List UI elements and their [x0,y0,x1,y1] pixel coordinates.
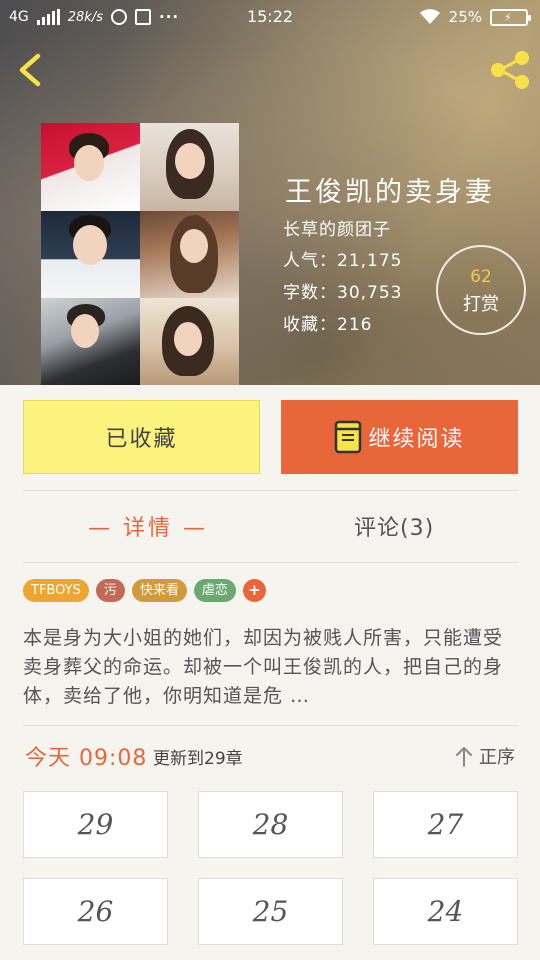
status-right: 25% ⚡ [419,8,531,26]
tag-tragic-romance[interactable]: 虐恋 [193,579,236,602]
tag-come-see[interactable]: 快来看 [131,579,187,602]
tab-comments[interactable]: 评论(3) [354,510,434,544]
book-title: 王俊凯的卖身妻 [285,177,495,208]
reward-label: 打赏 [463,294,499,315]
sort-order-label: 正序 [479,747,515,768]
wifi-icon [419,9,440,24]
divider [23,562,518,563]
share-icon[interactable] [488,50,532,90]
status-bar: 4G 28k/s ··· 15:22 25% ⚡ [0,0,540,34]
continue-reading-button[interactable]: 继续阅读 [281,400,518,474]
divider [23,725,518,726]
tag-list: TFBOYS 污 快来看 虐恋 + [23,579,266,602]
book-icon [335,420,362,454]
divider [23,490,518,491]
book-header: 4G 28k/s ··· 15:22 25% ⚡ 王俊凯的卖身妻 长草的颜团子 … [0,0,540,385]
cover-photo [41,123,140,211]
arrow-up-icon [456,747,472,767]
book-favorites: 收藏：216 [283,315,373,335]
reward-count: 62 [470,267,492,287]
tag-dirty[interactable]: 污 [95,579,125,602]
chapter-button[interactable]: 25 [198,878,343,945]
favorited-button[interactable]: 已收藏 [23,400,260,474]
cover-photo [140,211,239,298]
battery-icon: ⚡ [490,8,531,26]
book-popularity: 人气：21,175 [283,251,403,271]
update-status: 更新到29章 [153,749,243,769]
book-word-count: 字数：30,753 [283,283,403,303]
chapter-button[interactable]: 24 [373,878,518,945]
continue-reading-label: 继续阅读 [368,427,465,452]
chapter-button[interactable]: 27 [373,791,518,858]
cover-photo [140,298,239,385]
cover-photo [140,123,239,211]
cover-photo [41,211,140,298]
tab-details[interactable]: — 详情 — [88,510,208,544]
reward-button[interactable]: 62 打赏 [436,245,526,335]
chapter-button[interactable]: 28 [198,791,343,858]
sort-order-button[interactable]: 正序 [455,743,515,769]
cover-photo [41,298,140,385]
book-author[interactable]: 长草的颜团子 [283,215,391,240]
battery-percent: 25% [448,8,482,26]
back-arrow-icon[interactable] [14,52,46,88]
favorited-label: 已收藏 [105,427,178,452]
update-time: 今天 09:08 [25,746,148,771]
chapter-button[interactable]: 26 [23,878,168,945]
synopsis[interactable]: 本是身为大小姐的她们，却因为被贱人所害，只能遭受卖身葬父的命运。却被一个叫王俊凯… [23,624,505,711]
tag-tfboys[interactable]: TFBOYS [23,579,89,602]
chapter-button[interactable]: 29 [23,791,168,858]
add-tag-button[interactable]: + [242,579,266,602]
book-cover [41,123,239,385]
